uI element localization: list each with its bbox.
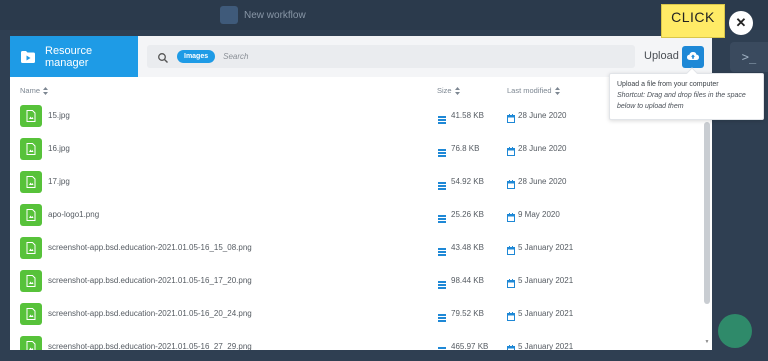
- list-icon: [438, 177, 446, 190]
- list-icon: [438, 342, 446, 350]
- file-name: 17.jpg: [48, 177, 70, 186]
- file-size: 43.48 KB: [451, 243, 484, 252]
- file-modified: 28 June 2020: [518, 177, 567, 186]
- file-modified: 5 January 2021: [518, 243, 574, 252]
- column-size-header[interactable]: Size: [437, 86, 460, 95]
- image-file-icon: [20, 171, 42, 193]
- file-name: screenshot-app.bsd.education-2021.01.05-…: [48, 309, 252, 318]
- file-size: 465.97 KB: [451, 342, 489, 350]
- file-modified: 5 January 2021: [518, 276, 574, 285]
- list-icon: [438, 276, 446, 289]
- tooltip-hint: Shortcut: Drag and drop files in the spa…: [617, 92, 746, 110]
- table-row[interactable]: 15.jpg 41.58 KB 28 June 2020: [10, 100, 712, 133]
- list-icon: [438, 243, 446, 256]
- calendar-icon: [507, 308, 515, 321]
- list-icon: [438, 111, 446, 124]
- cloud-upload-icon: [687, 48, 699, 66]
- background-fab: [718, 314, 752, 348]
- file-name: 16.jpg: [48, 144, 70, 153]
- click-callout: CLICK: [661, 4, 725, 38]
- file-name: apo-logo1.png: [48, 210, 100, 219]
- table-row[interactable]: 16.jpg 76.8 KB 28 June 2020: [10, 133, 712, 166]
- sort-icon: [554, 86, 560, 95]
- search-icon: [157, 51, 169, 63]
- file-size: 98.44 KB: [451, 276, 484, 285]
- tooltip-title: Upload a file from your computer: [617, 81, 719, 88]
- modal-header: Resource manager Images Upload: [10, 36, 712, 77]
- file-name: 15.jpg: [48, 111, 70, 120]
- table-row[interactable]: screenshot-app.bsd.education-2021.01.05-…: [10, 265, 712, 298]
- image-file-icon: [20, 336, 42, 350]
- file-modified: 9 May 2020: [518, 210, 560, 219]
- file-size: 76.8 KB: [451, 144, 480, 153]
- column-size-label: Size: [437, 86, 452, 95]
- table-header: Name Size Last modified: [10, 86, 712, 100]
- resource-manager-title: Resource manager: [10, 36, 138, 77]
- table-row[interactable]: 17.jpg 54.92 KB 28 June 2020: [10, 166, 712, 199]
- sort-icon: [454, 86, 460, 95]
- file-modified: 28 June 2020: [518, 111, 567, 120]
- calendar-icon: [507, 275, 515, 288]
- workflow-icon: [220, 6, 238, 24]
- list-icon: [438, 144, 446, 157]
- table-row[interactable]: apo-logo1.png 25.26 KB 9 May 2020: [10, 199, 712, 232]
- file-modified: 28 June 2020: [518, 144, 567, 153]
- calendar-icon: [507, 110, 515, 123]
- scroll-down-arrow-icon[interactable]: ▼: [704, 339, 710, 345]
- upload-label[interactable]: Upload: [644, 50, 679, 62]
- images-filter-chip[interactable]: Images: [177, 50, 216, 63]
- calendar-icon: [507, 176, 515, 189]
- calendar-icon: [507, 209, 515, 222]
- background-topbar: [0, 0, 768, 30]
- search-bar[interactable]: Images: [147, 45, 635, 68]
- column-name-label: Name: [20, 86, 41, 95]
- file-modified: 5 January 2021: [518, 342, 574, 350]
- image-file-icon: [20, 105, 42, 127]
- background-terminal-button: >_: [730, 42, 768, 72]
- upload-tooltip: Upload a file from your computer Shortcu…: [609, 67, 764, 120]
- list-icon: [438, 309, 446, 322]
- file-name: screenshot-app.bsd.education-2021.01.05-…: [48, 276, 252, 285]
- file-name: screenshot-app.bsd.education-2021.01.05-…: [48, 243, 252, 252]
- background-new-workflow: New workflow: [220, 4, 306, 26]
- vertical-scrollbar[interactable]: [704, 122, 710, 304]
- table-row[interactable]: screenshot-app.bsd.education-2021.01.05-…: [10, 298, 712, 331]
- list-icon: [438, 210, 446, 223]
- file-size: 54.92 KB: [451, 177, 484, 186]
- folder-play-icon: [21, 50, 35, 63]
- upload-button[interactable]: [682, 46, 704, 68]
- table-row[interactable]: screenshot-app.bsd.education-2021.01.05-…: [10, 232, 712, 265]
- column-modified-header[interactable]: Last modified: [507, 86, 560, 95]
- file-size: 25.26 KB: [451, 210, 484, 219]
- calendar-icon: [507, 341, 515, 350]
- column-name-header[interactable]: Name: [20, 86, 49, 95]
- search-input[interactable]: [223, 52, 524, 61]
- calendar-icon: [507, 143, 515, 156]
- background-workflow-label: New workflow: [244, 9, 306, 21]
- sort-icon: [43, 86, 49, 95]
- image-file-icon: [20, 204, 42, 226]
- table-row[interactable]: screenshot-app.bsd.education-2021.01.05-…: [10, 331, 712, 350]
- file-name: screenshot-app.bsd.education-2021.01.05-…: [48, 342, 252, 350]
- image-file-icon: [20, 237, 42, 259]
- file-size: 79.52 KB: [451, 309, 484, 318]
- image-file-icon: [20, 303, 42, 325]
- image-file-icon: [20, 138, 42, 160]
- column-modified-label: Last modified: [507, 86, 552, 95]
- resource-manager-modal: Resource manager Images Upload: [10, 36, 712, 350]
- close-button[interactable]: ✕: [729, 11, 753, 35]
- file-modified: 5 January 2021: [518, 309, 574, 318]
- image-file-icon: [20, 270, 42, 292]
- resource-manager-label: Resource manager: [45, 44, 93, 69]
- file-size: 41.58 KB: [451, 111, 484, 120]
- calendar-icon: [507, 242, 515, 255]
